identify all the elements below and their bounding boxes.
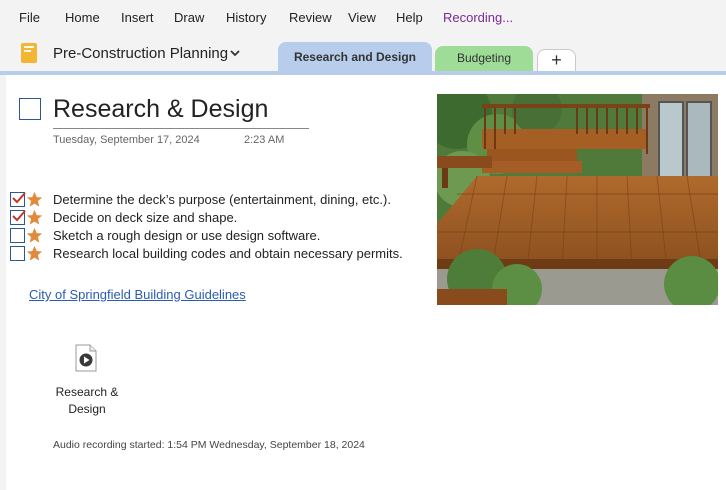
notebook-title[interactable]: Pre-Construction Planning <box>53 45 228 62</box>
todo-checkbox[interactable] <box>10 192 26 207</box>
menu-view[interactable]: View <box>348 10 376 25</box>
star-icon <box>26 209 43 225</box>
tab-research-and-design[interactable]: Research and Design <box>278 42 432 72</box>
star-icon <box>26 227 43 243</box>
audio-recording-note: Audio recording started: 1:54 PM Wednesd… <box>53 439 365 451</box>
audio-file-icon[interactable] <box>75 344 97 372</box>
todo-checkbox[interactable] <box>10 210 26 225</box>
deck-photo[interactable] <box>437 94 718 305</box>
title-checkbox[interactable] <box>19 98 41 120</box>
todo-item: Sketch a rough design or use design soft… <box>0 226 430 244</box>
menu-file[interactable]: File <box>19 10 40 25</box>
todo-text[interactable]: Decide on deck size and shape. <box>53 210 237 225</box>
todo-text[interactable]: Determine the deck’s purpose (entertainm… <box>53 192 391 207</box>
todo-checkbox[interactable] <box>10 246 25 261</box>
attachment-label[interactable]: Research & Design <box>48 384 126 418</box>
checkmark-icon <box>12 192 26 204</box>
menu-draw[interactable]: Draw <box>174 10 204 25</box>
page-date: Tuesday, September 17, 2024 <box>53 134 200 146</box>
attachment-label-line2: Design <box>68 402 106 416</box>
title-underline <box>53 128 309 129</box>
checkmark-icon <box>12 210 26 222</box>
star-icon <box>26 191 43 207</box>
menu-recording[interactable]: Recording... <box>443 10 513 25</box>
menu-home[interactable]: Home <box>65 10 100 25</box>
page-time: 2:23 AM <box>244 134 285 146</box>
menu-review[interactable]: Review <box>289 10 332 25</box>
menu-history[interactable]: History <box>226 10 266 25</box>
todo-checkbox[interactable] <box>10 228 25 243</box>
todo-text[interactable]: Sketch a rough design or use design soft… <box>53 228 320 243</box>
notebook-icon <box>21 43 37 63</box>
add-section-button[interactable]: + <box>537 49 576 71</box>
building-guidelines-link[interactable]: City of Springfield Building Guidelines <box>29 287 246 302</box>
todo-text[interactable]: Research local building codes and obtain… <box>53 246 403 261</box>
todo-item: Determine the deck’s purpose (entertainm… <box>0 190 430 208</box>
deck-photo-image <box>437 94 718 305</box>
menu-insert[interactable]: Insert <box>121 10 154 25</box>
chevron-down-icon[interactable] <box>229 48 241 58</box>
attachment-label-line1: Research & <box>55 385 119 399</box>
menu-help[interactable]: Help <box>396 10 423 25</box>
page-title[interactable]: Research & Design <box>53 95 268 124</box>
star-icon <box>26 245 43 261</box>
todo-item: Research local building codes and obtain… <box>0 244 430 262</box>
menu-bar: File Home Insert Draw History Review Vie… <box>0 0 726 34</box>
tab-budgeting[interactable]: Budgeting <box>435 46 533 71</box>
todo-item: Decide on deck size and shape. <box>0 208 430 226</box>
